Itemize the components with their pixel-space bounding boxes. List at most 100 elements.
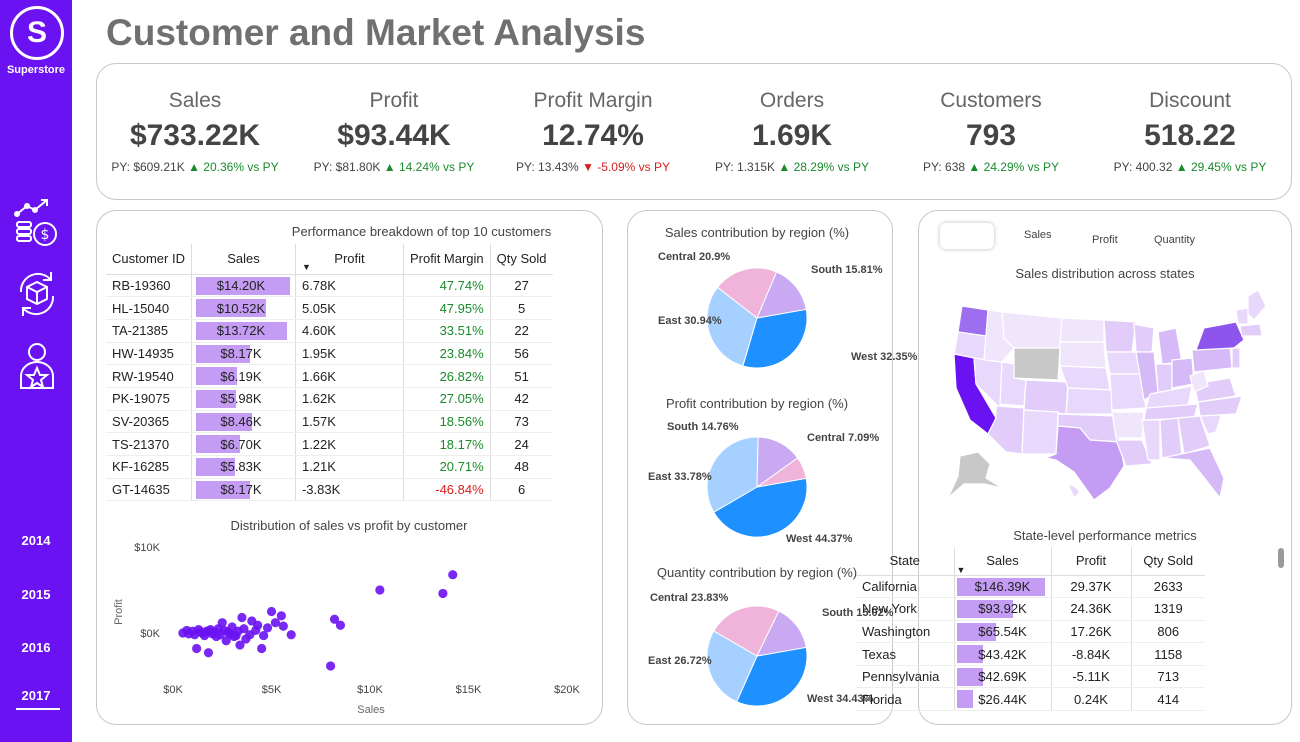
map-state-florida[interactable] xyxy=(1161,447,1225,500)
col-state-profit[interactable]: Profit xyxy=(1050,547,1131,576)
state-profit-cell: -5.11K xyxy=(1050,665,1131,689)
col-sales[interactable]: Sales xyxy=(190,244,296,275)
table-row[interactable]: HW-14935 $8.17K 1.95K 23.84% 56 xyxy=(106,342,553,366)
table-row[interactable]: RW-19540 $6.19K 1.66K 26.82% 51 xyxy=(106,364,553,388)
customer-star-icon[interactable] xyxy=(13,340,61,394)
col-customer-id[interactable]: Customer ID xyxy=(106,244,192,275)
year-2015[interactable]: 2015 xyxy=(0,587,72,602)
map-state-wisconsin[interactable] xyxy=(1133,323,1155,353)
map-state-ohio[interactable] xyxy=(1171,357,1195,389)
trend-up-icon: ▲ xyxy=(1175,160,1188,174)
map-state-new-jersey[interactable] xyxy=(1231,347,1241,369)
product-cycle-icon[interactable] xyxy=(13,266,61,320)
map-state-south-dakota[interactable] xyxy=(1059,341,1107,369)
tab-sales[interactable]: Sales xyxy=(1024,229,1052,241)
map-state-maine[interactable] xyxy=(1247,289,1267,321)
map-state-michigan[interactable] xyxy=(1157,327,1183,365)
us-states-map[interactable] xyxy=(940,288,1285,503)
state-sales-cell: $93.92K xyxy=(953,597,1051,621)
map-state-montana[interactable] xyxy=(1001,311,1063,349)
qty-cell: 22 xyxy=(489,319,553,343)
tab-quantity[interactable]: Quantity xyxy=(1154,234,1195,246)
trend-up-icon: ▲ xyxy=(968,160,981,174)
col-state[interactable]: State xyxy=(856,547,954,576)
table-row[interactable]: TA-21385 $13.72K 4.60K 33.51% 22 xyxy=(106,319,553,343)
table-row[interactable]: GT-14635 $8.17K -3.83K -46.84% 6 xyxy=(106,478,553,502)
trend-up-icon: ▲ xyxy=(778,160,791,174)
kpi-prior-year: PY: 638 ▲ 24.29% vs PY xyxy=(923,160,1059,174)
qty-cell: 51 xyxy=(489,364,553,388)
table-row[interactable]: Washington $65.54K 17.26K 806 xyxy=(856,620,1205,644)
margin-cell: 26.82% xyxy=(402,364,491,388)
kpi-prior-year: PY: $81.80K ▲ 14.24% vs PY xyxy=(313,160,475,174)
state-qty-cell: 713 xyxy=(1130,665,1205,689)
state-profit-cell: -8.84K xyxy=(1050,642,1131,666)
map-state-colorado[interactable] xyxy=(1023,379,1069,415)
sales-cell: $8.17K xyxy=(190,342,296,366)
qty-cell: 42 xyxy=(489,387,553,411)
col-profit-margin[interactable]: Profit Margin xyxy=(402,244,491,275)
year-2017[interactable]: 2017 xyxy=(0,688,72,703)
table-row[interactable]: California $146.39K 29.37K 2633 xyxy=(856,575,1205,599)
map-state-wyoming[interactable] xyxy=(1013,347,1061,381)
sales-cell: $14.20K xyxy=(190,274,296,298)
state-qty-cell: 1158 xyxy=(1130,642,1205,666)
table-row[interactable]: Florida $26.44K 0.24K 414 xyxy=(856,687,1205,712)
state-qty-cell: 414 xyxy=(1130,687,1205,712)
kpi-value: 12.74% xyxy=(542,119,644,152)
map-state-arkansas[interactable] xyxy=(1111,411,1145,439)
profit-cell: -3.83K xyxy=(294,478,404,502)
year-2016[interactable]: 2016 xyxy=(0,640,72,655)
customer-id: KF-16285 xyxy=(106,455,192,479)
customer-id: HL-15040 xyxy=(106,296,192,320)
col-profit[interactable]: ▼ Profit xyxy=(294,244,404,275)
qty-cell: 48 xyxy=(489,455,553,479)
table-row[interactable]: PK-19075 $5.98K 1.62K 27.05% 42 xyxy=(106,387,553,411)
table-row[interactable]: New York $93.92K 24.36K 1319 xyxy=(856,597,1205,621)
sales-cell: $5.98K xyxy=(190,387,296,411)
selected-year-indicator xyxy=(16,708,60,710)
state-sales-cell: $42.69K xyxy=(953,665,1051,689)
state-name: Florida xyxy=(856,687,954,712)
map-state-washington[interactable] xyxy=(957,305,989,337)
year-2014[interactable]: 2014 xyxy=(0,533,72,548)
kpi-prior-year: PY: 13.43% ▼ -5.09% vs PY xyxy=(516,160,670,174)
tab-profit[interactable]: Profit xyxy=(1092,234,1118,246)
table-row[interactable]: HL-15040 $10.52K 5.05K 47.95% 5 xyxy=(106,296,553,320)
map-state-iowa[interactable] xyxy=(1105,351,1141,375)
table-row[interactable]: Texas $43.42K -8.84K 1158 xyxy=(856,642,1205,666)
map-state-massachusetts[interactable] xyxy=(1239,323,1263,337)
map-title: Sales distribution across states xyxy=(1015,266,1195,281)
col-qty-sold[interactable]: Qty Sold xyxy=(489,244,553,275)
profit-cell: 1.57K xyxy=(294,410,404,434)
sales-cell: $5.83K xyxy=(190,455,296,479)
sales-cell: $10.52K xyxy=(190,296,296,320)
table-row[interactable]: KF-16285 $5.83K 1.21K 20.71% 48 xyxy=(106,455,553,479)
map-state-vermont-nh[interactable] xyxy=(1235,307,1249,325)
map-state-new-york[interactable] xyxy=(1195,321,1245,351)
table-row[interactable]: RB-19360 $14.20K 6.78K 47.74% 27 xyxy=(106,274,553,298)
map-state-indiana[interactable] xyxy=(1155,363,1173,395)
sales-growth-icon[interactable]: $ xyxy=(13,196,61,250)
superstore-logo[interactable]: S xyxy=(10,6,64,60)
kpi-label: Orders xyxy=(759,89,825,112)
table-row[interactable]: Pennsylvania $42.69K -5.11K 713 xyxy=(856,665,1205,689)
table-row[interactable]: TS-21370 $6.70K 1.22K 18.17% 24 xyxy=(106,432,553,456)
state-table-scrollbar[interactable] xyxy=(1278,548,1284,568)
col-state-qty[interactable]: Qty Sold xyxy=(1130,547,1205,576)
col-state-sales[interactable]: ▼ Sales xyxy=(953,547,1051,576)
kpi-label: Discount xyxy=(1149,89,1231,112)
table-row[interactable]: SV-20365 $8.46K 1.57K 18.56% 73 xyxy=(106,410,553,434)
customer-id: TA-21385 xyxy=(106,319,192,343)
map-state-new-mexico[interactable] xyxy=(1021,409,1059,455)
map-state-hawaii[interactable] xyxy=(1066,483,1081,500)
map-state-alaska[interactable] xyxy=(947,451,1003,499)
kpi-label: Sales xyxy=(168,89,222,112)
map-state-kansas[interactable] xyxy=(1065,387,1113,415)
map-state-nebraska[interactable] xyxy=(1059,365,1111,391)
map-state-minnesota[interactable] xyxy=(1103,319,1137,353)
qty-cell: 5 xyxy=(489,296,553,320)
state-name: Washington xyxy=(856,620,954,644)
margin-cell: 47.95% xyxy=(402,296,491,320)
map-state-north-dakota[interactable] xyxy=(1059,317,1105,343)
